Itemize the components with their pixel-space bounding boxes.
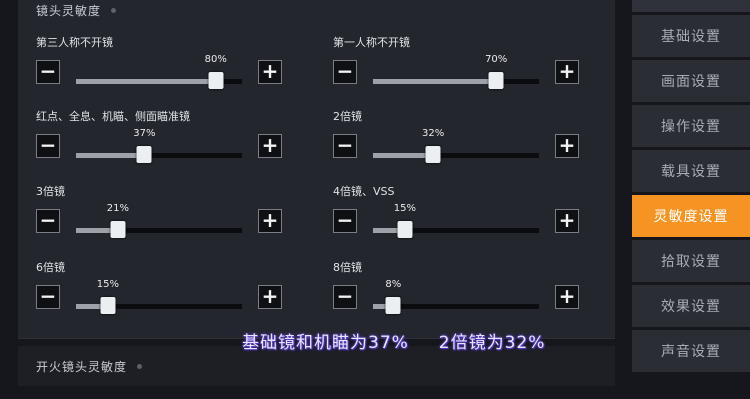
slider-fill [373, 304, 387, 309]
slider-track[interactable] [76, 72, 242, 89]
slider-fill [373, 79, 490, 84]
fire-sensitivity-header[interactable]: 开火镜头灵敏度 [36, 358, 143, 375]
value-label: 15% [393, 203, 417, 214]
value-label: 15% [96, 279, 120, 290]
slider-fill [373, 153, 427, 158]
increase-button[interactable]: + [555, 60, 579, 84]
increase-button[interactable]: + [258, 60, 282, 84]
increase-button[interactable]: + [258, 285, 282, 309]
caption-left: 基础镜和机瞄为37% [242, 333, 409, 353]
increase-button[interactable]: + [555, 285, 579, 309]
setting-third-person-no-scope: 第三人称不开镜 − 80% + [36, 34, 286, 94]
section-title: 镜头灵敏度 [36, 4, 102, 18]
setting-label: 4倍镜、VSS [333, 185, 395, 198]
slider-fill [76, 153, 138, 158]
settings-sidebar: 基础设置 画面设置 操作设置 载具设置 灵敏度设置 拾取设置 效果设置 声音设置 [632, 0, 750, 399]
caption-right: 2倍镜为32% [438, 333, 546, 353]
section-title: 开火镜头灵敏度 [36, 360, 128, 374]
slider-thumb[interactable] [397, 221, 413, 238]
info-dot-icon [111, 8, 117, 13]
setting-3x-scope: 3倍镜 − 21% + [36, 183, 286, 243]
sidebar-item-vehicle[interactable]: 载具设置 [632, 150, 750, 192]
slider-track[interactable] [76, 297, 242, 314]
slider-thumb[interactable] [136, 146, 152, 163]
slider-fill [76, 79, 209, 84]
lens-sensitivity-header: 镜头灵敏度 [36, 2, 117, 19]
decrease-button[interactable]: − [333, 285, 357, 309]
decrease-button[interactable]: − [36, 209, 60, 233]
info-dot-icon [137, 364, 143, 369]
slider-thumb[interactable] [425, 146, 441, 163]
value-label: 32% [421, 128, 445, 139]
value-label: 21% [106, 203, 129, 214]
slider-thumb[interactable] [100, 297, 116, 314]
slider-track[interactable] [373, 146, 539, 163]
slider-track[interactable] [373, 72, 539, 89]
setting-8x-scope: 8倍镜 − 8% + [333, 259, 583, 319]
sidebar-top-strip [632, 0, 750, 12]
increase-button[interactable]: + [258, 134, 282, 158]
slider-track[interactable] [373, 221, 539, 238]
decrease-button[interactable]: − [36, 134, 60, 158]
slider-thumb[interactable] [488, 72, 504, 89]
increase-button[interactable]: + [555, 209, 579, 233]
setting-label: 8倍镜 [333, 261, 362, 274]
sidebar-item-controls[interactable]: 操作设置 [632, 105, 750, 147]
value-label: 8% [385, 279, 402, 290]
increase-button[interactable]: + [555, 134, 579, 158]
setting-label: 红点、全息、机瞄、侧面瞄准镜 [36, 110, 190, 123]
setting-first-person-no-scope: 第一人称不开镜 − 70% + [333, 34, 583, 94]
slider-fill [76, 304, 101, 309]
decrease-button[interactable]: − [36, 285, 60, 309]
value-label: 80% [204, 54, 227, 65]
decrease-button[interactable]: − [333, 209, 357, 233]
setting-red-dot-holo-ironsight: 红点、全息、机瞄、侧面瞄准镜 − 37% + [36, 108, 286, 168]
decrease-button[interactable]: − [333, 60, 357, 84]
value-label: 70% [485, 54, 508, 65]
decrease-button[interactable]: − [36, 60, 60, 84]
sidebar-item-effects[interactable]: 效果设置 [632, 285, 750, 327]
setting-label: 第三人称不开镜 [36, 36, 113, 49]
setting-label: 6倍镜 [36, 261, 65, 274]
sidebar-item-audio[interactable]: 声音设置 [632, 330, 750, 372]
decrease-button[interactable]: − [333, 134, 357, 158]
slider-thumb[interactable] [110, 221, 126, 238]
slider-thumb[interactable] [208, 72, 224, 89]
slider-thumb[interactable] [385, 297, 401, 314]
slider-fill [76, 228, 111, 233]
setting-label: 第一人称不开镜 [333, 36, 410, 49]
setting-4x-scope-vss: 4倍镜、VSS − 15% + [333, 183, 583, 243]
slider-track[interactable] [373, 297, 539, 314]
increase-button[interactable]: + [258, 209, 282, 233]
setting-6x-scope: 6倍镜 − 15% + [36, 259, 286, 319]
slider-fill [373, 228, 398, 233]
setting-label: 3倍镜 [36, 185, 65, 198]
sidebar-item-basic[interactable]: 基础设置 [632, 15, 750, 57]
slider-track[interactable] [76, 146, 242, 163]
sidebar-item-pickup[interactable]: 拾取设置 [632, 240, 750, 282]
overlay-caption: 基础镜和机瞄为37% 2倍镜为32% [242, 328, 545, 353]
value-label: 37% [133, 128, 156, 139]
slider-track[interactable] [76, 221, 242, 238]
setting-label: 2倍镜 [333, 110, 362, 123]
sidebar-item-sensitivity[interactable]: 灵敏度设置 [632, 195, 750, 237]
setting-2x-scope: 2倍镜 − 32% + [333, 108, 583, 168]
sidebar-item-graphics[interactable]: 画面设置 [632, 60, 750, 102]
